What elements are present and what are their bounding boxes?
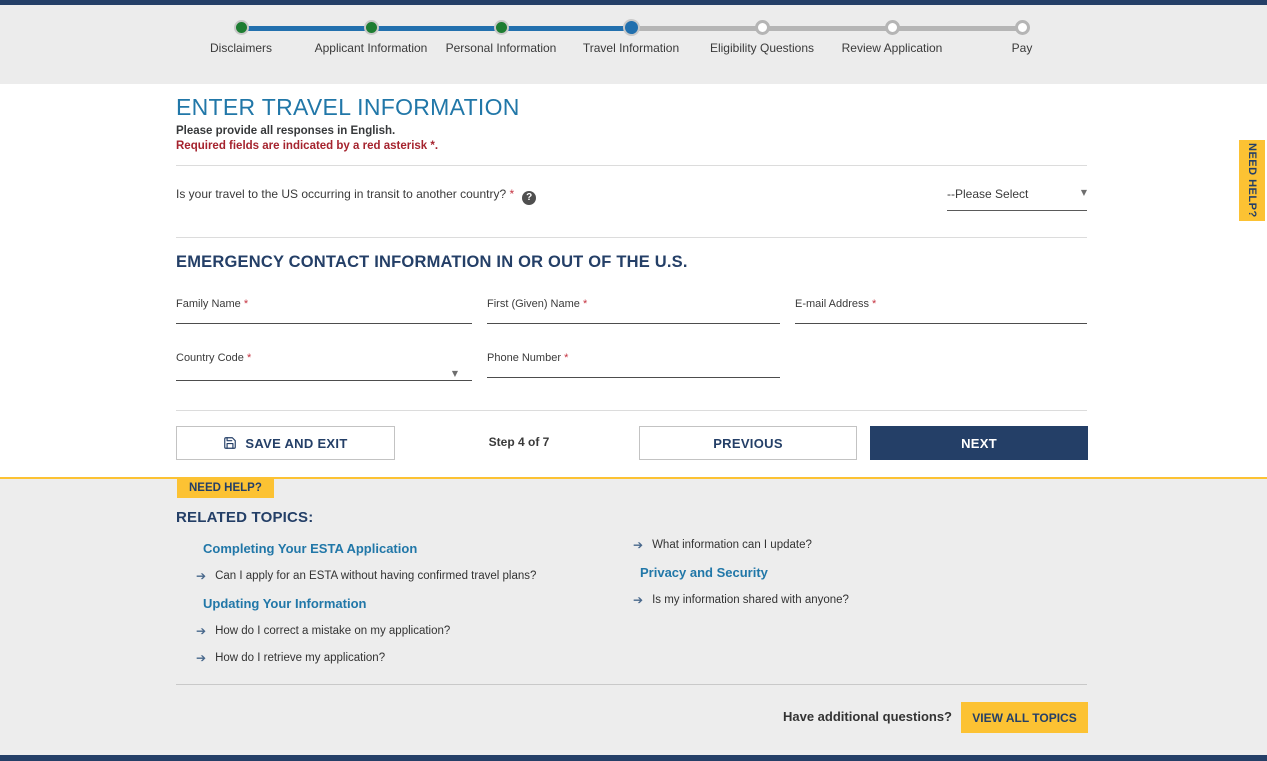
phone-number-label: Phone Number * — [487, 352, 780, 364]
required-asterisk: * — [872, 298, 876, 310]
stepper-track-completed — [241, 26, 631, 31]
view-all-topics-button[interactable]: VIEW ALL TOPICS — [961, 702, 1088, 733]
save-and-exit-button[interactable]: SAVE AND EXIT — [176, 426, 395, 460]
topic-link[interactable]: Updating Your Information — [203, 596, 636, 611]
step-dot — [234, 20, 249, 35]
question-link[interactable]: ➔ Is my information shared with anyone? — [633, 593, 1073, 607]
arrow-right-icon: ➔ — [633, 593, 643, 607]
step-dot — [1015, 20, 1030, 35]
email-input[interactable] — [795, 312, 1087, 324]
chevron-down-icon: ▼ — [1081, 188, 1087, 197]
step-dot-current — [623, 19, 640, 36]
divider — [176, 165, 1087, 166]
save-and-exit-label: SAVE AND EXIT — [245, 436, 347, 451]
required-asterisk: * — [564, 352, 568, 364]
transit-select-value: --Please Select — [947, 187, 1028, 201]
question-link[interactable]: ➔ How do I correct a mistake on my appli… — [196, 624, 636, 638]
arrow-right-icon: ➔ — [196, 651, 206, 665]
phone-number-field-group: Phone Number * — [487, 352, 780, 378]
topic-link[interactable]: Privacy and Security — [640, 565, 1073, 580]
bottom-accent-bar — [0, 755, 1267, 761]
page-title: ENTER TRAVEL INFORMATION — [176, 94, 520, 121]
instruction-required-fields: Required fields are indicated by a red a… — [176, 140, 438, 152]
first-name-input[interactable] — [487, 312, 780, 324]
previous-button[interactable]: PREVIOUS — [639, 426, 857, 460]
email-label: E-mail Address * — [795, 298, 1087, 310]
question-link[interactable]: ➔ Can I apply for an ESTA without having… — [196, 569, 636, 583]
question-link[interactable]: ➔ What information can I update? — [633, 538, 1073, 552]
family-name-field-group: Family Name * — [176, 298, 472, 324]
country-code-field-group: Country Code * ▼ — [176, 352, 472, 381]
need-help-side-tab[interactable]: NEED HELP? — [1239, 140, 1265, 221]
save-icon — [223, 436, 237, 450]
chevron-down-icon: ▼ — [452, 369, 458, 378]
step-label: Review Application — [817, 41, 967, 55]
step-dot — [755, 20, 770, 35]
emergency-contact-heading: EMERGENCY CONTACT INFORMATION IN OR OUT … — [176, 253, 688, 272]
step-label: Eligibility Questions — [687, 41, 837, 55]
transit-select[interactable]: --Please Select ▼ — [947, 187, 1087, 211]
step-label: Applicant Information — [296, 41, 446, 55]
email-field-group: E-mail Address * — [795, 298, 1087, 324]
required-asterisk: * — [247, 352, 251, 364]
additional-questions-text: Have additional questions? — [600, 709, 952, 724]
related-topics-column-left: Completing Your ESTA Application ➔ Can I… — [196, 541, 636, 678]
arrow-right-icon: ➔ — [196, 569, 206, 583]
travel-information-form: ENTER TRAVEL INFORMATION Please provide … — [176, 84, 1087, 477]
phone-number-input[interactable] — [487, 366, 780, 378]
step-label: Personal Information — [426, 41, 576, 55]
esta-application-page: Disclaimers Applicant Information Person… — [0, 0, 1267, 761]
divider — [176, 410, 1087, 411]
related-topics-heading: RELATED TOPICS: — [176, 509, 313, 526]
arrow-right-icon: ➔ — [633, 538, 643, 552]
topic-link[interactable]: Completing Your ESTA Application — [203, 541, 636, 556]
divider — [176, 684, 1087, 685]
next-button[interactable]: NEXT — [870, 426, 1088, 460]
help-icon[interactable]: ? — [522, 191, 536, 205]
step-dot — [885, 20, 900, 35]
required-asterisk: * — [510, 187, 515, 201]
required-asterisk: * — [583, 298, 587, 310]
transit-question: Is your travel to the US occurring in tr… — [176, 187, 536, 205]
step-label: Travel Information — [556, 41, 706, 55]
arrow-right-icon: ➔ — [196, 624, 206, 638]
country-code-select[interactable]: ▼ — [176, 366, 472, 381]
step-indicator: Step 4 of 7 — [459, 435, 579, 449]
related-topics-column-right: ➔ What information can I update? Privacy… — [633, 538, 1073, 620]
help-footer: NEED HELP? RELATED TOPICS: Completing Yo… — [0, 479, 1267, 755]
step-dot — [494, 20, 509, 35]
family-name-label: Family Name * — [176, 298, 472, 310]
required-asterisk: * — [244, 298, 248, 310]
progress-stepper: Disclaimers Applicant Information Person… — [0, 5, 1267, 84]
step-dot — [364, 20, 379, 35]
instruction-english: Please provide all responses in English. — [176, 125, 395, 137]
first-name-field-group: First (Given) Name * — [487, 298, 780, 324]
need-help-badge: NEED HELP? — [177, 479, 274, 498]
stepper-track-remaining — [629, 26, 1022, 31]
question-link[interactable]: ➔ How do I retrieve my application? — [196, 651, 636, 665]
divider — [176, 237, 1087, 238]
first-name-label: First (Given) Name * — [487, 298, 780, 310]
step-label: Disclaimers — [166, 41, 316, 55]
family-name-input[interactable] — [176, 312, 472, 324]
step-label: Pay — [947, 41, 1097, 55]
country-code-label: Country Code * — [176, 352, 472, 364]
